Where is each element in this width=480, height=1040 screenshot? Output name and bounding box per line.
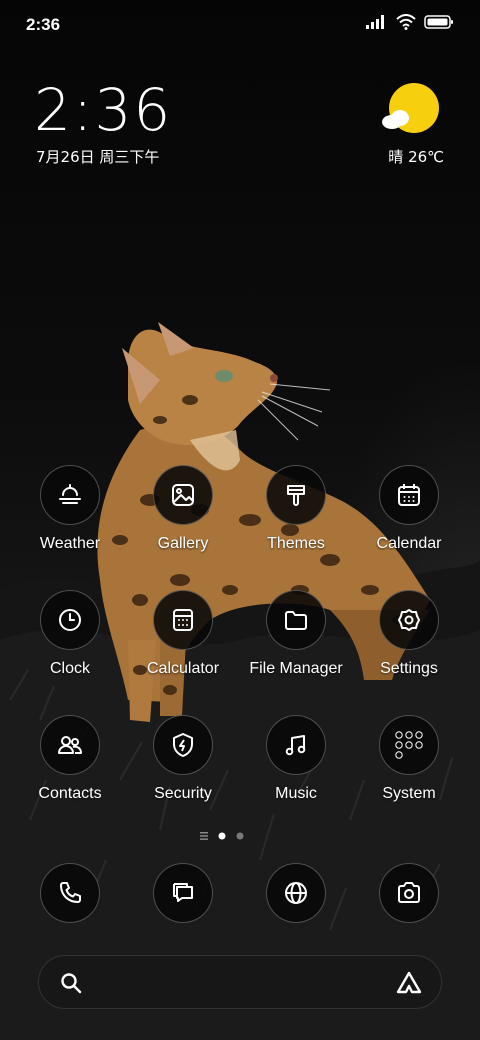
app-gallery[interactable]: Gallery xyxy=(128,465,238,565)
page-dot xyxy=(236,832,244,840)
clock-widget-time[interactable]: 2:36 xyxy=(34,78,172,142)
shield-icon xyxy=(153,715,213,775)
dock-messages[interactable] xyxy=(153,863,213,923)
app-file-manager[interactable]: File Manager xyxy=(241,590,351,690)
calculator-icon xyxy=(153,590,213,650)
gear-icon xyxy=(379,590,439,650)
app-settings[interactable]: Settings xyxy=(354,590,464,690)
status-bar: 2:36 xyxy=(0,0,480,50)
assistant-icon[interactable] xyxy=(395,970,423,996)
calendar-icon xyxy=(379,465,439,525)
app-label: Themes xyxy=(267,535,325,552)
battery-icon xyxy=(424,15,453,29)
folder-grid-icon xyxy=(379,715,439,775)
camera-icon xyxy=(398,882,420,903)
status-icons xyxy=(366,14,454,30)
app-themes[interactable]: Themes xyxy=(241,465,351,565)
app-label: Calculator xyxy=(146,660,220,677)
app-label: Settings xyxy=(380,660,438,677)
message-icon xyxy=(173,883,193,902)
app-label: Music xyxy=(275,785,317,802)
dock-camera[interactable] xyxy=(379,863,439,923)
page-dot-active xyxy=(218,832,226,840)
phone-icon xyxy=(60,882,81,903)
folder-icon xyxy=(266,590,326,650)
app-contacts[interactable]: Contacts xyxy=(15,715,125,815)
app-label: Gallery xyxy=(157,535,209,552)
signal-icon xyxy=(366,15,384,29)
search-icon[interactable] xyxy=(59,971,83,995)
app-weather[interactable]: Weather xyxy=(15,465,125,565)
app-music[interactable]: Music xyxy=(241,715,351,815)
search-bar[interactable] xyxy=(38,955,442,1009)
status-time: 2:36 xyxy=(26,15,61,34)
globe-icon xyxy=(285,882,307,904)
wifi-icon xyxy=(396,14,416,30)
app-folder-system[interactable]: System xyxy=(354,715,464,815)
contacts-icon xyxy=(40,715,100,775)
weather-condition: 晴 xyxy=(388,148,404,166)
page-list-icon xyxy=(200,832,208,840)
app-label: File Manager xyxy=(249,660,343,677)
dock-browser[interactable] xyxy=(266,863,326,923)
app-label: Security xyxy=(154,785,212,802)
sun-cloud-icon xyxy=(382,83,439,133)
app-label: System xyxy=(382,785,436,802)
weather-text: 晴 26℃ xyxy=(388,146,444,167)
weather-temperature: 26℃ xyxy=(408,148,444,166)
music-note-icon xyxy=(266,715,326,775)
app-calendar[interactable]: Calendar xyxy=(354,465,464,565)
clock-widget-date: 7月26日 周三下午 xyxy=(36,148,160,166)
clock-icon xyxy=(40,590,100,650)
app-clock[interactable]: Clock xyxy=(15,590,125,690)
dock-phone[interactable] xyxy=(40,863,100,923)
app-security[interactable]: Security xyxy=(128,715,238,815)
app-calculator[interactable]: Calculator xyxy=(128,590,238,690)
app-label: Weather xyxy=(39,535,101,552)
app-label: Contacts xyxy=(38,785,102,802)
gallery-icon xyxy=(153,465,213,525)
app-label: Clock xyxy=(49,660,90,677)
weather-icon xyxy=(40,465,100,525)
app-label: Calendar xyxy=(376,535,442,552)
page-indicator[interactable] xyxy=(196,830,286,842)
themes-brush-icon xyxy=(266,465,326,525)
